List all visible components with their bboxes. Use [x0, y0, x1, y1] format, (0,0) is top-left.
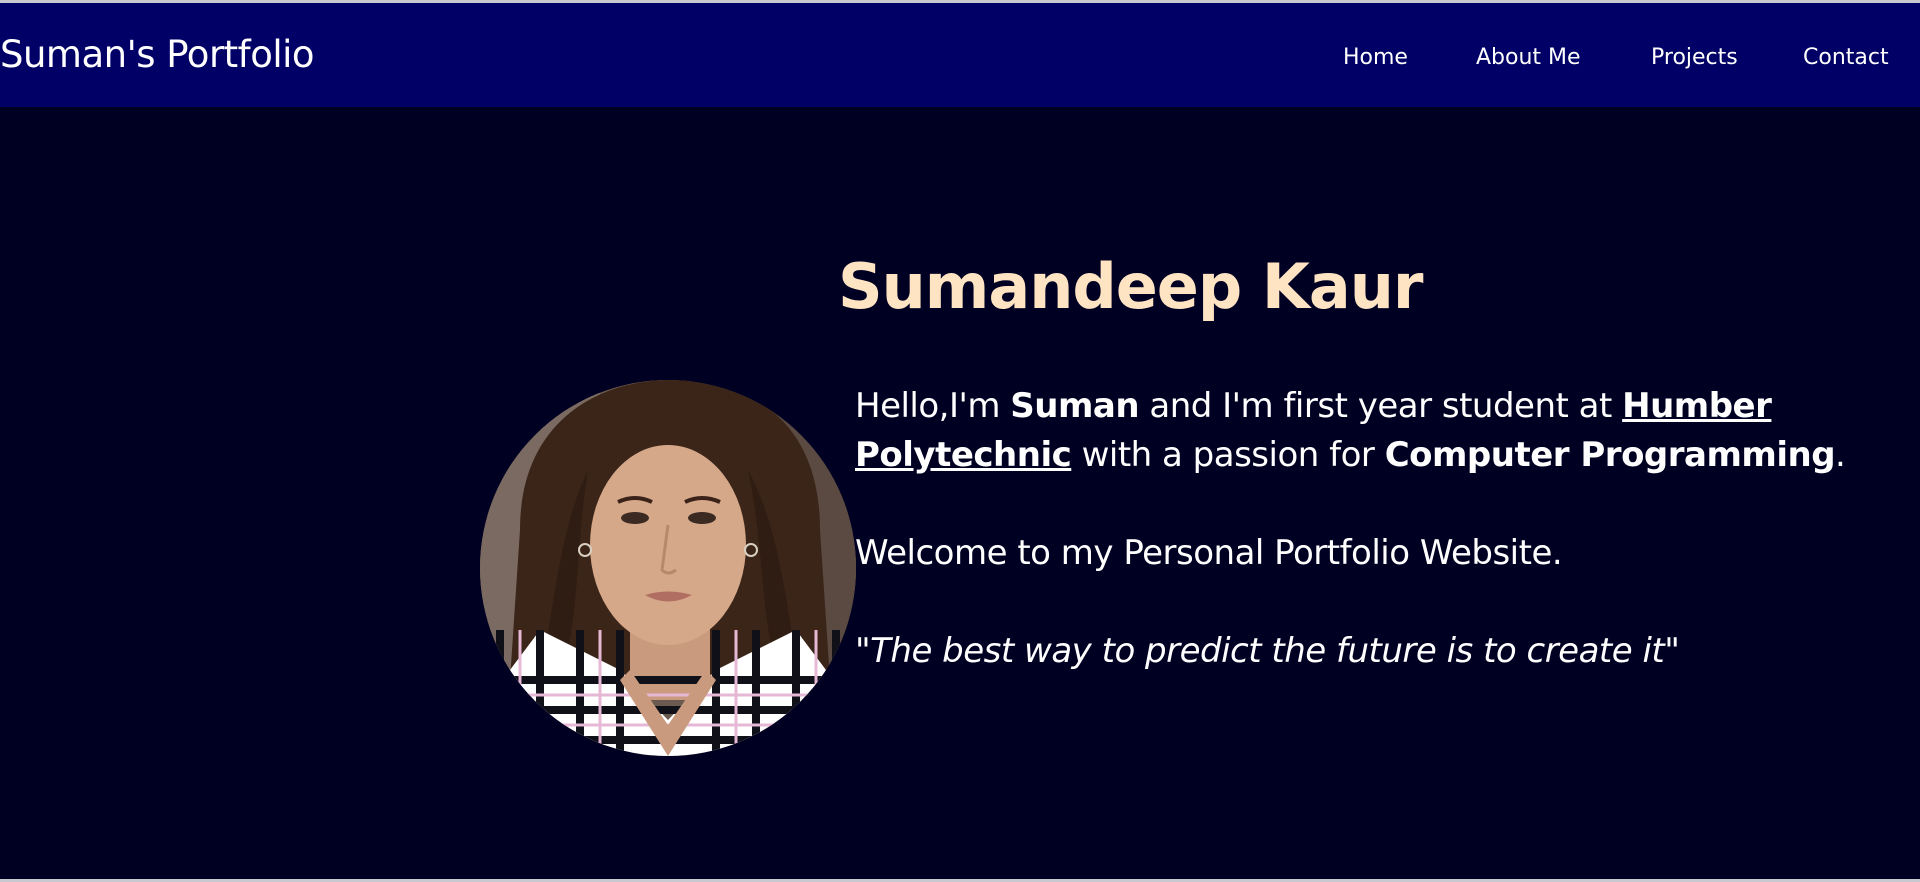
intro-passion-prefix: with a passion for — [1071, 435, 1385, 475]
hero-section — [0, 107, 1920, 879]
quote-text: "The best way to predict the future is t… — [855, 627, 1680, 676]
nav-link-about[interactable]: About Me — [1476, 45, 1581, 70]
nav-link-contact[interactable]: Contact — [1803, 45, 1889, 70]
intro-mid: and I'm first year student at — [1139, 386, 1623, 426]
intro-end: . — [1835, 435, 1846, 475]
avatar — [480, 380, 856, 756]
intro-text: Hello,I'm Suman and I'm first year stude… — [855, 382, 1855, 480]
intro-greeting: Hello,I'm — [855, 386, 1011, 426]
quote-body: The best way to predict the future is to… — [870, 631, 1665, 671]
nav-link-projects[interactable]: Projects — [1651, 45, 1738, 70]
profile-photo-icon — [480, 380, 856, 756]
hero-name: Sumandeep Kaur — [838, 250, 1423, 323]
brand-link[interactable]: Suman's Portfolio — [0, 33, 315, 76]
quote-close-mark: " — [1664, 631, 1680, 671]
intro-nickname: Suman — [1010, 386, 1140, 426]
intro-passion: Computer Programming — [1384, 435, 1836, 475]
nav-link-home[interactable]: Home — [1343, 45, 1408, 70]
quote-open-mark: " — [855, 631, 871, 671]
welcome-text: Welcome to my Personal Portfolio Website… — [855, 533, 1563, 573]
page: Suman's Portfolio Home About Me Projects… — [0, 0, 1920, 882]
navbar: Suman's Portfolio Home About Me Projects… — [0, 3, 1920, 107]
